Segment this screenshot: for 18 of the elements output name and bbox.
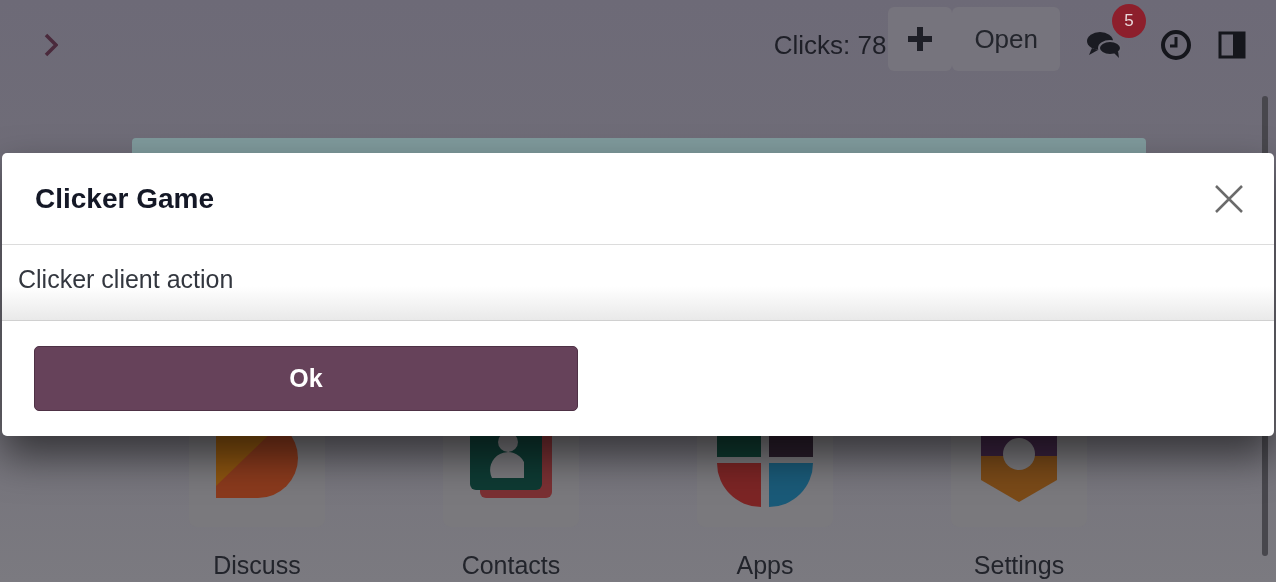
dialog-message: Clicker client action [18,265,234,294]
notification-badge: 5 [1112,4,1146,38]
close-icon [1214,183,1244,214]
side-panel-icon[interactable] [1218,31,1246,59]
add-button[interactable] [888,7,953,71]
clicks-counter: Clicks: 78 [773,29,887,61]
chevron-right-icon[interactable] [44,33,58,57]
ok-button[interactable]: Ok [34,346,578,411]
plus-icon [906,25,935,53]
clock-icon[interactable] [1160,29,1192,61]
app-label[interactable]: Settings [973,551,1065,580]
app-label[interactable]: Discuss [213,551,301,580]
chat-bubbles-icon[interactable] [1086,30,1122,60]
close-button[interactable] [1214,183,1244,214]
app-label[interactable]: Contacts [461,551,561,580]
open-button[interactable]: Open [952,7,1060,71]
dialog-title: Clicker Game [35,182,214,215]
app-label[interactable]: Apps [736,551,794,580]
